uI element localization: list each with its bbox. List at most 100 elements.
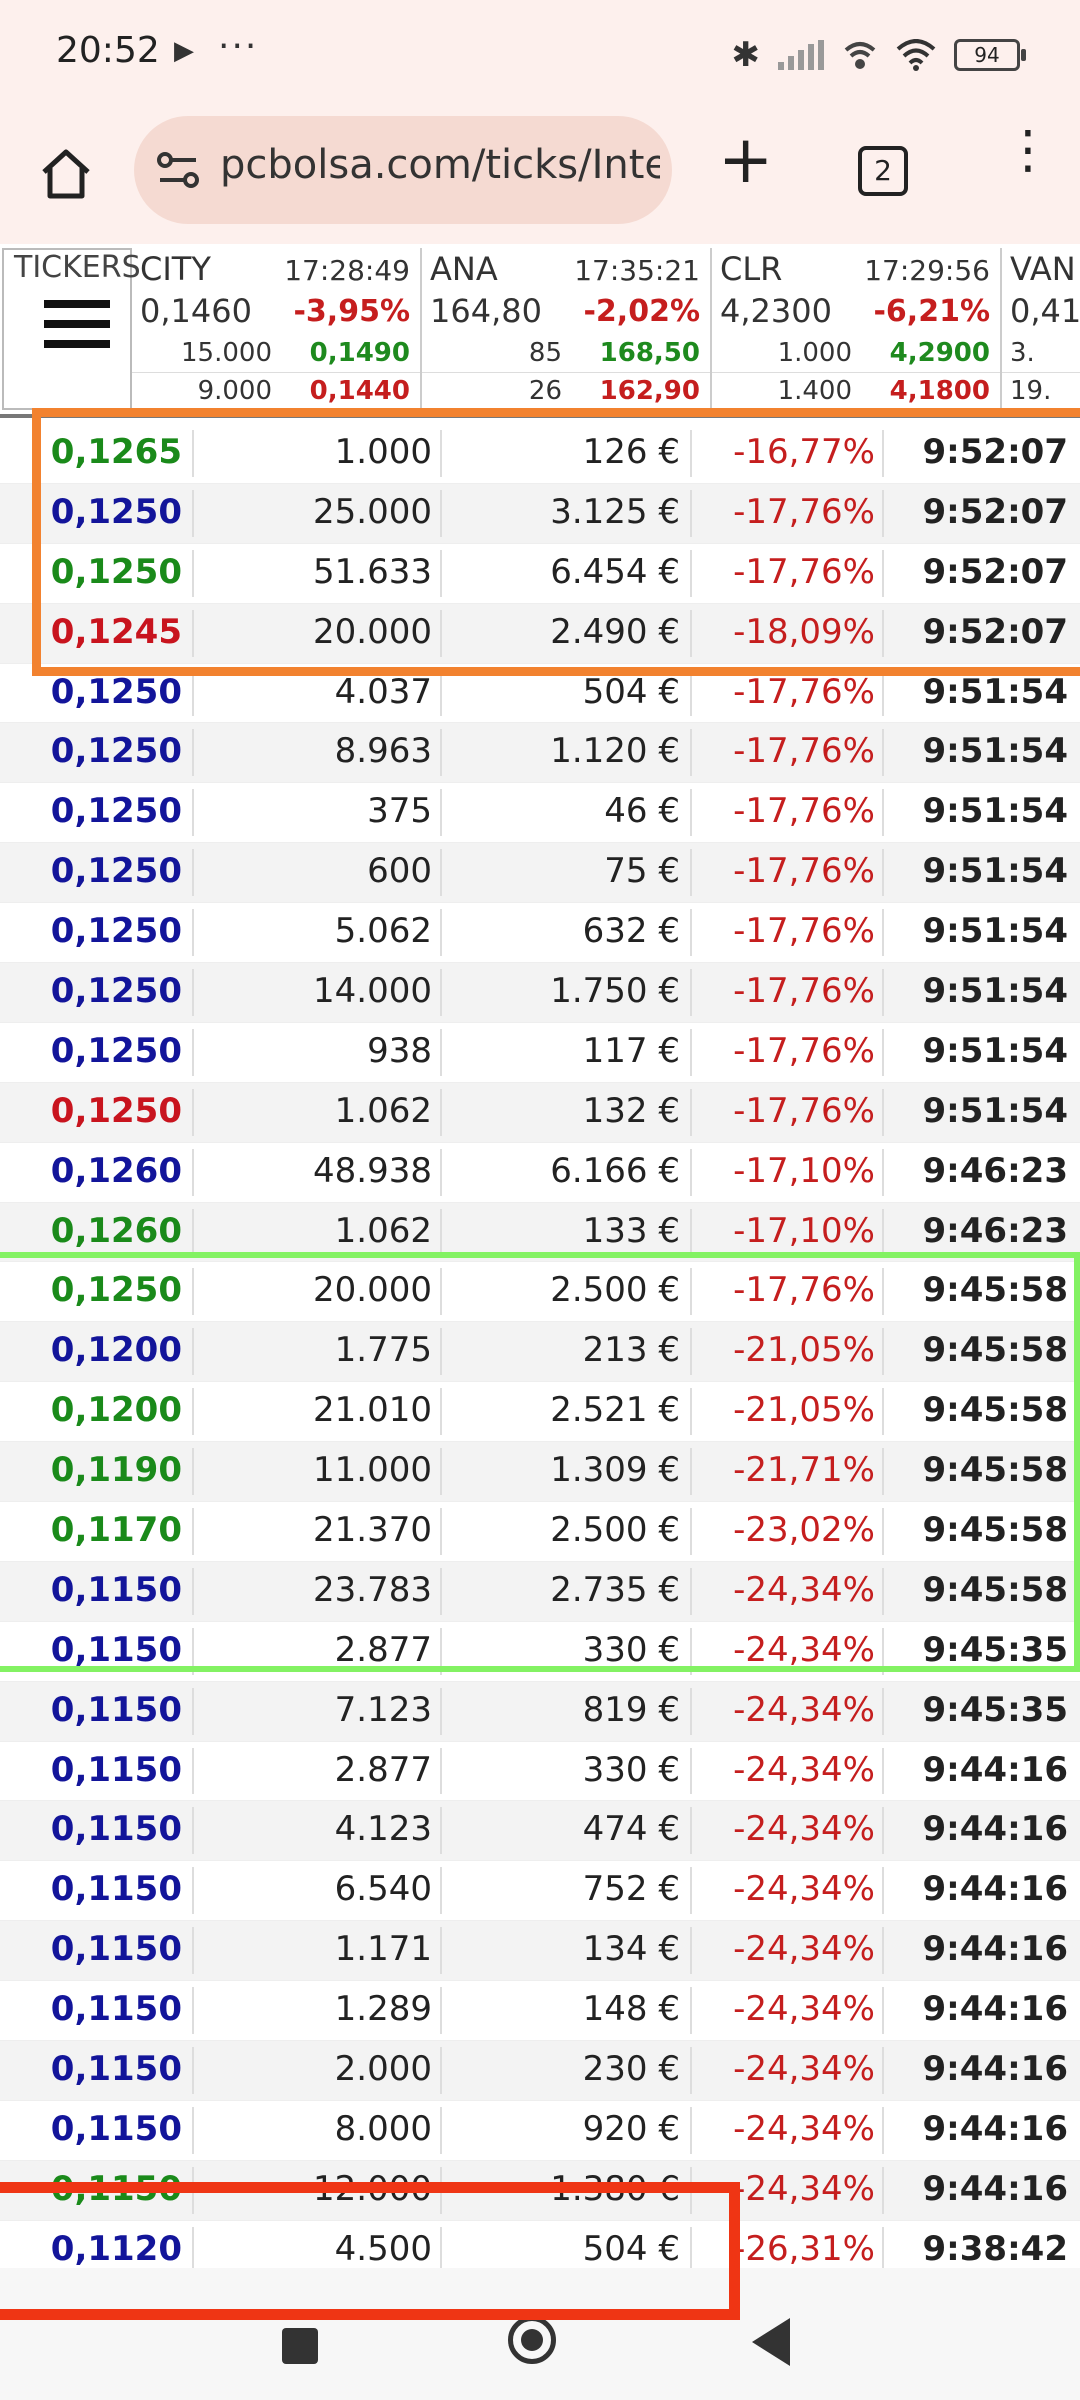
table-row: 0,1150 4.123 474 € -24,34% 9:44:16 bbox=[0, 1801, 1080, 1862]
tick-price: 0,1250 bbox=[50, 1030, 182, 1071]
status-icons: ✱ 94 bbox=[731, 30, 1026, 80]
tick-amount: 75 € bbox=[604, 851, 680, 892]
column-divider bbox=[690, 2106, 692, 2154]
column-divider bbox=[192, 729, 194, 777]
ticker-symbol: CLR bbox=[720, 250, 783, 288]
home-icon[interactable] bbox=[36, 144, 96, 204]
table-row: 0,1150 1.171 134 € -24,34% 9:44:16 bbox=[0, 1921, 1080, 1982]
tick-time: 9:44:16 bbox=[922, 1809, 1068, 1850]
column-divider bbox=[882, 1867, 884, 1915]
column-divider bbox=[690, 1028, 692, 1076]
ticker-ask-qty: 9.000 bbox=[197, 376, 272, 406]
recent-apps-icon[interactable] bbox=[282, 2328, 318, 2364]
back-icon[interactable] bbox=[752, 2318, 790, 2366]
tick-amount: 46 € bbox=[604, 791, 680, 832]
ticker-ask: 4,1800 bbox=[889, 376, 990, 406]
column-divider bbox=[882, 2106, 884, 2154]
tick-time: 9:51:54 bbox=[922, 1090, 1068, 1131]
address-bar[interactable]: pcbolsa.com/ticks/Inte bbox=[134, 116, 672, 224]
tick-change-pct: -17,10% bbox=[733, 1210, 875, 1251]
column-divider bbox=[882, 1927, 884, 1975]
ticker-bid-qty: 85 bbox=[528, 338, 562, 368]
ticker-card[interactable]: VAN 0,41 3. 19. bbox=[1002, 248, 1080, 410]
table-row: 0,1150 2.877 330 € -24,34% 9:44:16 bbox=[0, 1742, 1080, 1802]
ticker-card[interactable]: ANA 17:35:21 164,80 -2,02% 85 168,50 26 16… bbox=[422, 248, 712, 410]
new-tab-icon[interactable]: + bbox=[718, 127, 773, 193]
column-divider bbox=[882, 2047, 884, 2094]
column-divider bbox=[690, 1088, 692, 1136]
ticker-ask: 0,1440 bbox=[309, 376, 410, 406]
tick-price: 0,1150 bbox=[50, 2049, 182, 2090]
column-divider bbox=[440, 969, 442, 1016]
tick-time: 9:51:54 bbox=[922, 911, 1068, 952]
column-divider bbox=[882, 1028, 884, 1076]
hamburger-menu-icon[interactable] bbox=[44, 300, 110, 360]
table-row: 0,1250 600 75 € -17,76% 9:51:54 bbox=[0, 843, 1080, 904]
tick-quantity: 14.000 bbox=[313, 971, 432, 1012]
tick-price: 0,1260 bbox=[50, 1150, 182, 1191]
tick-quantity: 375 bbox=[367, 791, 432, 832]
tick-amount: 1.120 € bbox=[550, 731, 680, 772]
tick-time: 9:51:54 bbox=[922, 1030, 1068, 1071]
media-play-icon: ▶ bbox=[174, 36, 194, 66]
tick-change-pct: -24,34% bbox=[733, 1809, 875, 1850]
home-button-icon[interactable] bbox=[508, 2316, 556, 2364]
tick-time: 9:46:23 bbox=[922, 1210, 1068, 1251]
column-divider bbox=[882, 669, 884, 717]
column-divider bbox=[882, 1088, 884, 1136]
tab-switcher-button[interactable]: 2 bbox=[858, 146, 908, 196]
url-text[interactable]: pcbolsa.com/ticks/Inte bbox=[220, 142, 660, 188]
column-divider bbox=[440, 1028, 442, 1076]
tick-quantity: 1.062 bbox=[334, 1090, 432, 1131]
column-divider bbox=[690, 669, 692, 717]
column-divider bbox=[882, 789, 884, 837]
table-row: 0,1150 7.123 819 € -24,34% 9:45:35 bbox=[0, 1681, 1080, 1742]
battery-icon: 94 bbox=[954, 39, 1026, 71]
table-row: 0,1250 375 46 € -17,76% 9:51:54 bbox=[0, 783, 1080, 844]
column-divider bbox=[690, 2047, 692, 2094]
bluetooth-icon: ✱ bbox=[731, 35, 761, 75]
tick-price: 0,1150 bbox=[50, 1809, 182, 1850]
table-row: 0,1260 48.938 6.166 € -17,10% 9:46:23 bbox=[0, 1143, 1080, 1203]
tick-time: 9:51:54 bbox=[922, 971, 1068, 1012]
tick-change-pct: -24,34% bbox=[733, 1869, 875, 1910]
table-row: 0,1150 8.000 920 € -24,34% 9:44:16 bbox=[0, 2101, 1080, 2161]
tick-quantity: 48.938 bbox=[313, 1150, 432, 1191]
ticker-price: 4,2300 bbox=[720, 292, 832, 330]
tick-change-pct: -17,76% bbox=[733, 851, 875, 892]
ticker-ask: 162,90 bbox=[599, 376, 700, 406]
ticker-card[interactable]: CITY 17:28:49 0,1460 -3,95% 15.000 0,1490… bbox=[132, 248, 422, 410]
tick-change-pct: -17,76% bbox=[733, 731, 875, 772]
tick-quantity: 4.037 bbox=[334, 671, 432, 712]
tick-change-pct: -24,34% bbox=[733, 1989, 875, 2030]
ticker-time: 17:35:21 bbox=[574, 254, 700, 287]
tick-quantity: 1.062 bbox=[334, 1210, 432, 1251]
tick-amount: 148 € bbox=[582, 1989, 680, 2030]
tick-price: 0,1260 bbox=[50, 1210, 182, 1251]
tick-change-pct: -24,34% bbox=[733, 2108, 875, 2149]
tick-amount: 6.166 € bbox=[550, 1150, 680, 1191]
tick-change-pct: -26,31% bbox=[733, 2228, 875, 2269]
ticker-time: 17:28:49 bbox=[284, 254, 410, 287]
ticker-price: 0,1460 bbox=[140, 292, 252, 330]
more-menu-icon[interactable]: ⋮ bbox=[1002, 124, 1054, 176]
column-divider bbox=[192, 909, 194, 957]
tick-change-pct: -17,76% bbox=[733, 791, 875, 832]
tick-amount: 133 € bbox=[582, 1210, 680, 1251]
tick-quantity: 8.000 bbox=[334, 2108, 432, 2149]
column-divider bbox=[440, 909, 442, 957]
tick-time: 9:44:16 bbox=[922, 1749, 1068, 1790]
tickers-label: TICKERS bbox=[14, 250, 141, 285]
tick-time: 9:44:16 bbox=[922, 2168, 1068, 2209]
ticker-card[interactable]: CLR 17:29:56 4,2300 -6,21% 1.000 4,2900 1… bbox=[712, 248, 1002, 410]
tick-amount: 819 € bbox=[582, 1689, 680, 1730]
tick-change-pct: -17,76% bbox=[733, 971, 875, 1012]
table-row: 0,1250 14.000 1.750 € -17,76% 9:51:54 bbox=[0, 963, 1080, 1023]
tick-amount: 920 € bbox=[582, 2108, 680, 2149]
signal-icon bbox=[778, 40, 824, 70]
tickers-menu[interactable]: TICKERS bbox=[2, 248, 141, 410]
tick-price: 0,1150 bbox=[50, 1749, 182, 1790]
column-divider bbox=[690, 1208, 692, 1256]
column-divider bbox=[690, 1148, 692, 1196]
site-settings-icon[interactable] bbox=[156, 148, 200, 192]
